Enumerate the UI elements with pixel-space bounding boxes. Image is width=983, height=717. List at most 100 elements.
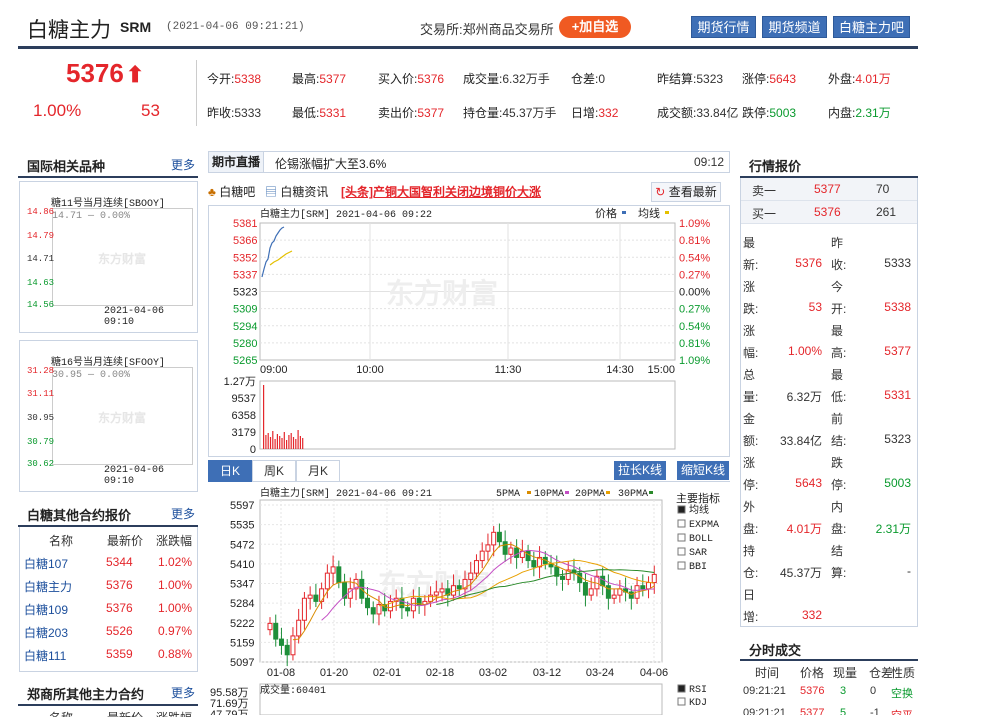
contract-name[interactable]: 白糖107 <box>24 555 68 572</box>
contract-name[interactable]: 白糖111 <box>24 647 66 664</box>
tab-weekly-k[interactable]: 周K <box>252 460 296 482</box>
book-stat-row: 最新: 5376 昨收: 5333 <box>741 234 917 278</box>
intl-chart-1: 糖11号当月连续[SBOOY] 14.71 — 0.00% 14.86 14.7… <box>19 181 198 333</box>
book-stat-value: 5377 <box>884 344 911 358</box>
vol-tick: 47.79万 <box>210 709 249 715</box>
col-latest: 最新价 <box>107 534 144 548</box>
contract-name[interactable]: 白糖109 <box>24 601 68 618</box>
contract-row[interactable]: 白糖203 5526 0.97% <box>19 620 198 643</box>
shrink-kline-button[interactable]: 缩短K线 <box>677 461 729 480</box>
contract-row[interactable]: 白糖109 5376 1.00% <box>19 597 198 620</box>
zce-more-link[interactable]: 更多 <box>171 684 195 701</box>
view-latest-button[interactable]: ↻ 查看最新 <box>651 182 721 202</box>
indicator-label[interactable]: RSI <box>689 685 707 696</box>
tab-monthly-k[interactable]: 月K <box>296 460 340 482</box>
y-tick: 5097 <box>230 657 254 669</box>
forum-link-label: 白糖吧 <box>219 185 256 199</box>
indicator-checkbox[interactable] <box>677 697 686 706</box>
ticks-col: 性质 <box>891 666 916 680</box>
vol-tick: 6358 <box>232 410 256 422</box>
quote-label: 成交量: <box>463 72 503 86</box>
intl-more-link[interactable]: 更多 <box>171 156 195 173</box>
y-tick: 5280 <box>233 338 257 350</box>
book-stat-row: 日增: 332 <box>741 586 917 630</box>
volume-bar <box>292 437 295 449</box>
refresh-icon: ↻ <box>655 185 666 199</box>
y-tick: 5352 <box>233 252 257 264</box>
book-stat-label-char: 高: <box>831 346 847 360</box>
document-icon: ▤ <box>265 185 278 199</box>
y-tick: 5323 <box>233 287 257 299</box>
indicator-checkbox[interactable] <box>677 561 686 570</box>
candle-body <box>628 591 634 599</box>
volume-bar <box>286 440 288 449</box>
volume-bar <box>263 385 265 449</box>
contracts-header: 名称 最新价 涨跌幅 <box>19 529 198 551</box>
candle-body <box>514 547 520 558</box>
candle-body <box>451 585 457 596</box>
intraday-frame <box>208 205 730 457</box>
indicator-checkbox[interactable] <box>677 684 686 693</box>
contract-row[interactable]: 白糖111 5359 0.88% <box>19 643 198 666</box>
tick-cell: 空平 <box>891 707 913 715</box>
candle-body <box>456 585 462 590</box>
quote-value: 4.01万 <box>855 72 891 86</box>
headline-link[interactable]: [头条]产铜大国智利关闭边境铜价大涨 <box>341 183 541 200</box>
volume-bar <box>269 437 272 449</box>
news-link[interactable]: ▤ 白糖资讯 <box>265 183 328 200</box>
quote-field: 涨停:5643 <box>742 70 796 87</box>
ticks-title-rule <box>740 659 918 661</box>
kline-volume-label: 成交量:60401 <box>260 683 326 697</box>
indicator-label[interactable]: SAR <box>689 548 707 559</box>
tab-daily-k[interactable]: 日K <box>208 460 252 482</box>
volume-bar <box>279 436 281 449</box>
contract-change: 0.97% <box>157 624 192 638</box>
book-stat-row: 涨幅: 1.00% 最高: 5377 <box>741 322 917 366</box>
candle-body <box>468 572 474 580</box>
quote-value: 332 <box>598 106 619 120</box>
volume-bar <box>288 435 290 449</box>
ticks-col: 现量 <box>833 666 858 680</box>
ticks-header: 时间 价格 现量 仓差 性质 <box>741 662 917 682</box>
zce-header: 名称 最新价 涨跌幅 <box>19 707 198 717</box>
quote-field: 今开:5338 <box>207 70 261 87</box>
kline-chart: 白糖主力[SRM] 2021-04-06 09:21 5PMA 10PMA 20PMA… <box>210 486 720 715</box>
book-title: 行情报价 <box>749 159 802 174</box>
live-news-link[interactable]: 伦锡涨幅扩大至3.6% <box>275 155 386 172</box>
indicator-checkbox[interactable] <box>677 519 686 528</box>
x-tick: 03-24 <box>586 667 614 679</box>
forum-link[interactable]: ♣ 白糖吧 <box>208 183 255 200</box>
contract-name[interactable]: 白糖主力 <box>24 578 72 595</box>
book-stat-value: 5323 <box>884 432 911 446</box>
book-stat-row: 持仓: 45.37万结算: - <box>741 542 917 586</box>
book-stat-label-char: 结: <box>831 434 847 448</box>
volume-bar <box>297 430 299 449</box>
quote-label: 持仓量: <box>463 106 503 120</box>
stretch-kline-button[interactable]: 拉长K线 <box>614 461 666 480</box>
contract-row[interactable]: 白糖主力 5376 1.00% <box>19 574 198 597</box>
watermark: 东方财富 <box>98 252 147 266</box>
candle-body <box>525 550 531 562</box>
contract-name[interactable]: 白糖203 <box>24 624 68 641</box>
indicator-checkbox[interactable] <box>677 547 686 556</box>
volume-bar <box>283 432 285 449</box>
y-tick: 5410 <box>230 559 254 571</box>
candle-body <box>267 622 273 631</box>
contracts-more-link[interactable]: 更多 <box>171 505 195 522</box>
book-stat-label-char: 前 <box>831 412 844 426</box>
indicator-checkbox[interactable] <box>677 505 686 514</box>
indicator-label[interactable]: KDJ <box>689 698 707 709</box>
indicator-label[interactable]: BBI <box>689 562 707 573</box>
y-tick: 5472 <box>230 539 254 551</box>
indicator-label[interactable]: EXPMA <box>689 520 719 531</box>
indicator-label[interactable]: 均线 <box>689 503 709 517</box>
volume-bar <box>265 435 267 449</box>
quote-label: 跌停: <box>742 106 770 120</box>
indicator-checkbox[interactable] <box>677 533 686 542</box>
indicator-label[interactable]: BOLL <box>689 534 713 545</box>
book-stat-label-char: 停: <box>831 478 847 492</box>
contract-row[interactable]: 白糖107 5344 1.02% <box>19 551 198 574</box>
x-tick: 03-12 <box>533 667 561 679</box>
y-tick: 5284 <box>230 598 254 610</box>
candle-body <box>496 531 502 543</box>
